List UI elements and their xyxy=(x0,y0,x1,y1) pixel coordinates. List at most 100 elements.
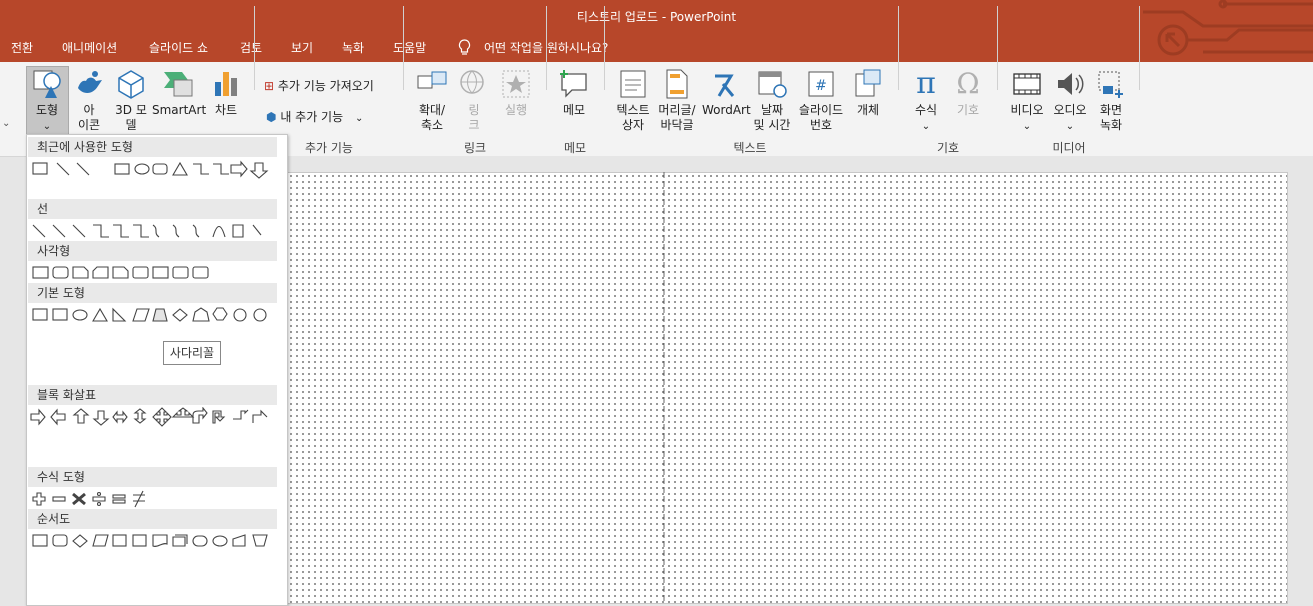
comment-button[interactable]: 메모 xyxy=(556,68,592,118)
equation-shapes-row[interactable] xyxy=(29,489,279,509)
ribbon-left-edge: ⌄ xyxy=(0,62,22,156)
screen-recording-button[interactable]: 화면 녹화 xyxy=(1094,68,1128,133)
menu-bar: 전환 애니메이션 슬라이드 쇼 검토 보기 녹화 도움말 어떤 작업을 원하시나… xyxy=(0,32,1313,62)
category-flowchart: 순서도 xyxy=(28,509,277,529)
zoom-icon xyxy=(417,71,447,89)
header-footer-icon xyxy=(666,69,688,99)
shapes-button[interactable]: 도형 ⌄ xyxy=(27,68,67,134)
group-separator xyxy=(604,6,605,90)
smartart-button[interactable]: SmartArt xyxy=(152,68,206,118)
slide-guides xyxy=(663,172,665,602)
chevron-down-icon: ⌄ xyxy=(1065,121,1075,132)
object-icon xyxy=(855,69,881,97)
group-separator xyxy=(254,6,255,90)
shape-tooltip: 사다리꼴 xyxy=(163,341,221,365)
star-action-icon xyxy=(502,70,530,98)
screen-recording-icon xyxy=(1098,71,1123,98)
comment-label: 메모 xyxy=(562,103,586,117)
zoom-button[interactable]: 확대/ 축소 xyxy=(412,68,452,133)
puzzle-icon: ⬢ xyxy=(266,110,277,124)
group-label-text: 텍스트 xyxy=(733,141,767,155)
tab-review[interactable]: 검토 xyxy=(240,39,262,56)
store-icon: ⊞ xyxy=(264,79,275,93)
icons-button[interactable]: 아 이콘 xyxy=(72,68,106,133)
shapes-gallery: 최근에 사용한 도형 선 사각형 기본 도형 블록 화살표 수식 도형 순서도 xyxy=(26,134,288,606)
audio-button[interactable]: 오디오 ⌄ xyxy=(1050,68,1090,134)
comment-icon xyxy=(560,70,587,98)
textbox-button[interactable]: 텍스트 상자 xyxy=(612,68,654,133)
tab-recording[interactable]: 녹화 xyxy=(342,39,364,56)
textbox-label: 텍스트 상자 xyxy=(616,103,650,132)
wordart-icon xyxy=(715,74,735,97)
lightbulb-icon xyxy=(458,39,471,55)
tab-help[interactable]: 도움말 xyxy=(393,39,426,56)
basic-shapes-grid[interactable] xyxy=(29,305,279,325)
chart-button[interactable]: 차트 xyxy=(210,68,242,118)
object-label: 개체 xyxy=(856,103,880,117)
symbol-button[interactable]: Ω 기호 xyxy=(952,68,984,118)
block-arrows-grid[interactable] xyxy=(29,407,279,427)
group-label-links: 링크 xyxy=(463,141,487,155)
3d-models-button[interactable]: 3D 모 델 xyxy=(112,68,150,133)
audio-label: 오디오 xyxy=(1053,103,1087,117)
bird-icon xyxy=(78,71,102,93)
speaker-icon xyxy=(1058,73,1084,95)
group-label-symbols: 기호 xyxy=(936,141,960,155)
video-button[interactable]: 비디오 ⌄ xyxy=(1007,68,1047,134)
chevron-down-icon: ⌄ xyxy=(354,113,364,124)
flowchart-shapes-grid[interactable] xyxy=(29,531,279,551)
calendar-icon xyxy=(758,71,787,98)
screen-recording-label: 화면 녹화 xyxy=(1099,103,1123,132)
wordart-button[interactable]: WordArt xyxy=(702,68,751,118)
category-basic-shapes: 기본 도형 xyxy=(28,283,277,303)
icons-label: 아 이콘 xyxy=(77,103,101,132)
equation-button[interactable]: π 수식 ⌄ xyxy=(908,68,944,134)
category-lines: 선 xyxy=(28,199,277,219)
svg-text:#: # xyxy=(815,78,827,94)
group-separator xyxy=(1139,6,1140,90)
datetime-button[interactable]: 날짜 및 시간 xyxy=(752,68,792,133)
shapes-label: 도형 xyxy=(35,103,59,117)
chevron-down-icon: ⌄ xyxy=(42,121,52,132)
title-bar: 티스토리 업로드 - PowerPoint xyxy=(0,0,1313,32)
tab-slideshow[interactable]: 슬라이드 쇼 xyxy=(149,39,208,56)
action-button[interactable]: 실행 xyxy=(500,68,532,118)
chevron-down-icon: ⌄ xyxy=(1022,121,1032,132)
wordart-label: WordArt xyxy=(702,103,751,117)
header-footer-label: 머리글/ 바닥글 xyxy=(658,103,696,132)
header-footer-button[interactable]: 머리글/ 바닥글 xyxy=(655,68,699,133)
symbol-label: 기호 xyxy=(956,103,980,117)
lines-shapes-row[interactable] xyxy=(29,221,279,241)
object-button[interactable]: 개체 xyxy=(852,68,884,118)
tab-animations[interactable]: 애니메이션 xyxy=(62,39,117,56)
film-icon xyxy=(1013,73,1041,95)
shapes-icon xyxy=(33,70,61,98)
group-separator xyxy=(546,6,547,90)
slide-number-label: 슬라이드 번호 xyxy=(798,103,844,132)
my-addins-button[interactable]: ⬢ 내 추가 기능 ⌄ xyxy=(266,108,363,125)
group-separator xyxy=(898,6,899,90)
video-label: 비디오 xyxy=(1010,103,1044,117)
category-equation-shapes: 수식 도형 xyxy=(28,467,277,487)
bar-chart-icon xyxy=(215,72,237,96)
recent-shapes-row[interactable] xyxy=(29,159,279,179)
omega-icon: Ω xyxy=(956,67,980,100)
circuit-decoration xyxy=(1143,0,1313,56)
group-separator xyxy=(403,6,404,90)
action-label: 실행 xyxy=(504,103,528,117)
group-label-comments: 메모 xyxy=(563,141,587,155)
chart-label: 차트 xyxy=(214,103,238,117)
chevron-down-icon: ⌄ xyxy=(921,121,931,132)
category-rectangles: 사각형 xyxy=(28,241,277,261)
ruler xyxy=(287,156,1313,170)
link-button[interactable]: 링 크 xyxy=(458,68,490,133)
tab-view[interactable]: 보기 xyxy=(291,39,313,56)
textbox-icon xyxy=(620,70,646,98)
category-block-arrows: 블록 화살표 xyxy=(28,385,277,405)
slide-number-button[interactable]: # 슬라이드 번호 xyxy=(796,68,846,133)
get-addins-button[interactable]: ⊞ 추가 기능 가져오기 xyxy=(264,77,374,94)
tab-transitions[interactable]: 전환 xyxy=(11,39,33,56)
pi-icon: π xyxy=(916,66,936,101)
3d-models-label: 3D 모 델 xyxy=(115,103,147,132)
rectangle-shapes-row[interactable] xyxy=(29,263,279,283)
